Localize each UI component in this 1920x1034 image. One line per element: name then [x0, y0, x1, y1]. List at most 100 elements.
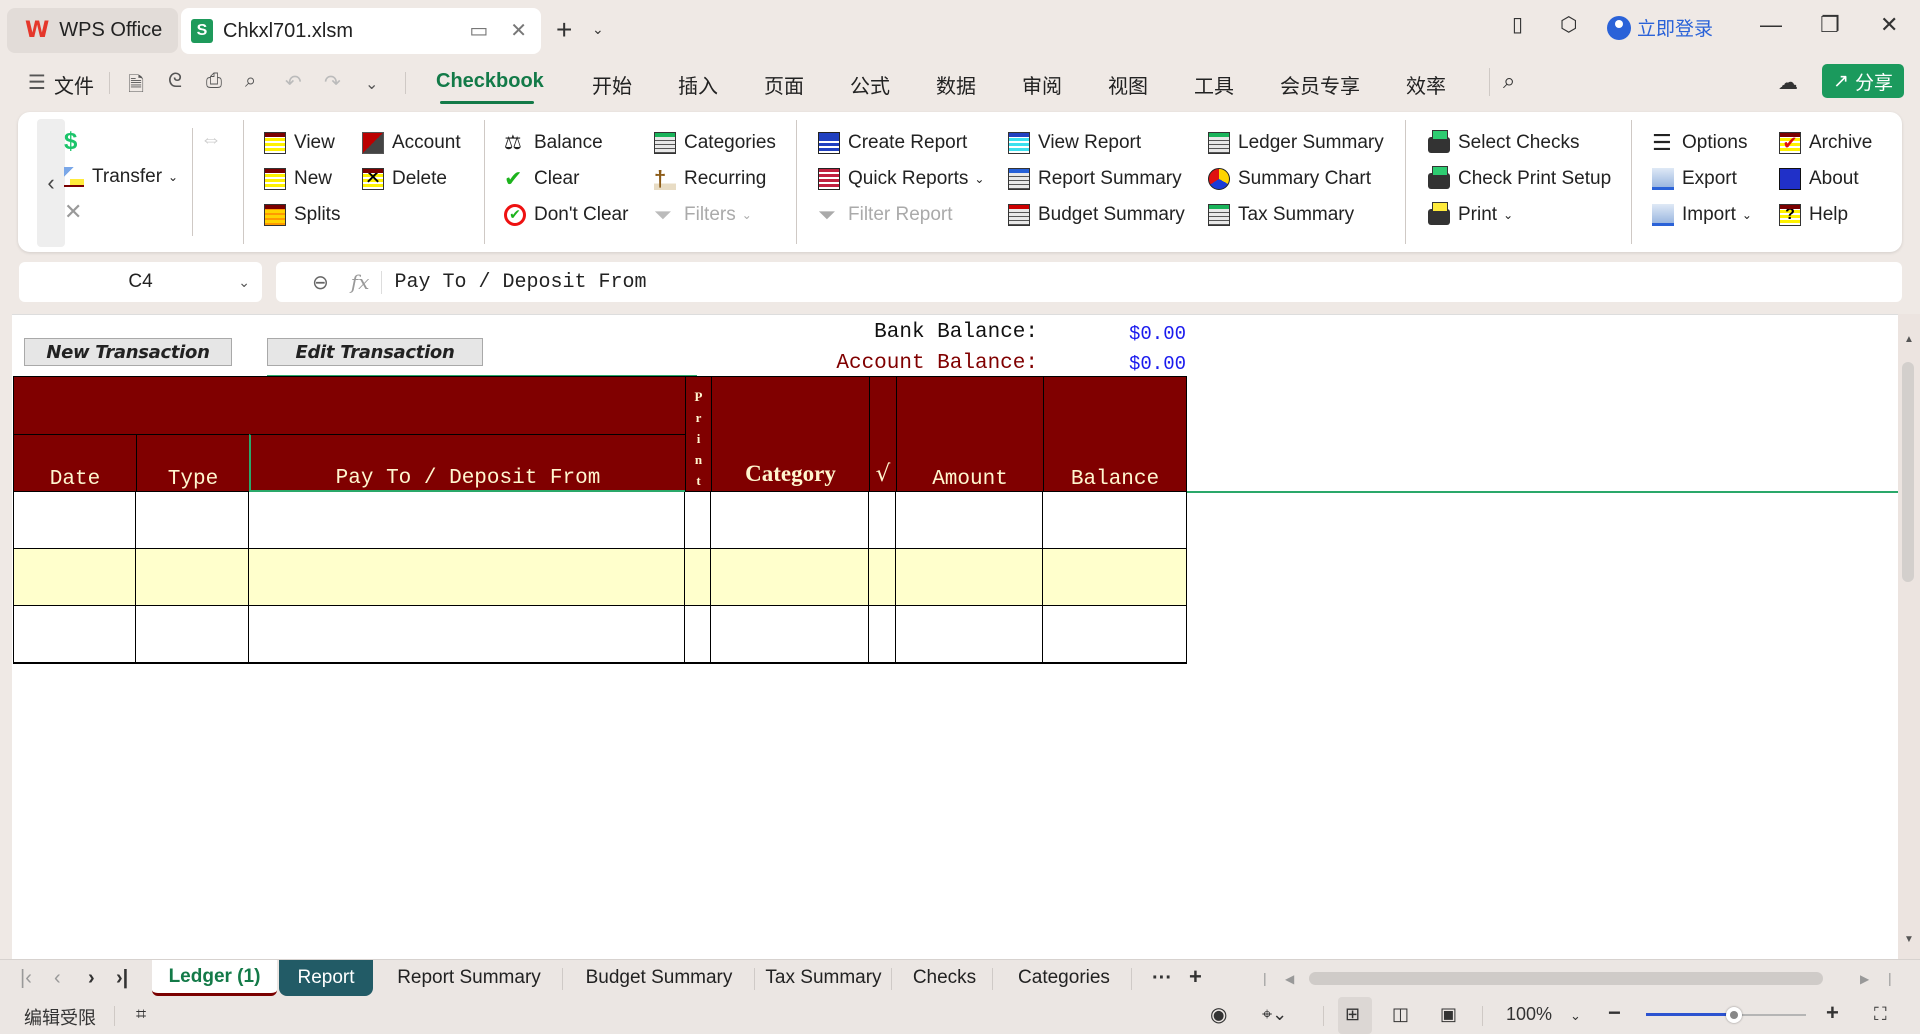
sheet-tab-budget-summary[interactable]: Budget Summary [564, 960, 754, 996]
fx-icon[interactable]: fx [351, 270, 370, 294]
close-window-icon[interactable]: ✕ [1880, 12, 1898, 38]
recurring-button[interactable]: † Recurring [654, 165, 766, 193]
tablet-mode-icon[interactable]: ▯ [1512, 12, 1523, 37]
sheet-tab-ledger-1[interactable]: Ledger (1) [152, 960, 277, 996]
tab-formulas[interactable]: 公式 [850, 70, 890, 99]
import-button[interactable]: Import ⌄ [1652, 201, 1752, 229]
column-header-print[interactable]: Print [685, 376, 712, 492]
zoom-out-icon[interactable]: − [1608, 1000, 1621, 1026]
sheet-tab-categories[interactable]: Categories [997, 960, 1131, 996]
about-button[interactable]: About [1779, 165, 1859, 193]
link-icon[interactable]: ᘓ [168, 70, 182, 93]
cell-amount[interactable] [896, 492, 1043, 549]
filter-report-button[interactable]: ⏷ Filter Report [818, 201, 953, 229]
chevron-down-icon[interactable]: ⌄ [238, 274, 250, 291]
worksheet-area[interactable]: New Transaction Edit Transaction Bank Ba… [12, 314, 1907, 959]
more-sheets-icon[interactable]: ··· [1152, 967, 1172, 990]
file-menu[interactable]: 文件 [54, 70, 94, 99]
tax-summary-button[interactable]: Tax Summary [1208, 201, 1354, 229]
prev-sheet-icon[interactable]: ‹ [54, 967, 61, 990]
tab-data[interactable]: 数据 [936, 70, 976, 99]
vertical-scrollbar[interactable]: ▲ ▼ [1898, 314, 1920, 959]
quick-reports-button[interactable]: Quick Reports ⌄ [818, 165, 984, 193]
budget-summary-button[interactable]: Budget Summary [1008, 201, 1185, 229]
cell-category[interactable] [711, 549, 869, 606]
dont-clear-button[interactable]: ✔ Don't Clear [504, 201, 628, 229]
archive-button[interactable]: ✔ Archive [1779, 129, 1872, 157]
edit-restricted-label[interactable]: 编辑受限 [24, 1004, 96, 1030]
save-icon[interactable]: 🗎 [128, 70, 144, 104]
cell-balance[interactable] [1043, 492, 1187, 549]
cell-category[interactable] [711, 606, 869, 663]
sheet-tab-report[interactable]: Report [279, 960, 373, 996]
cell-type[interactable] [136, 606, 249, 663]
column-header-payee[interactable]: Pay To / Deposit From [249, 434, 686, 492]
zoom-formula-icon[interactable]: ⊖ [312, 270, 329, 295]
new-tab-plus-icon[interactable]: + [556, 14, 572, 46]
eye-protection-icon[interactable]: ◉ [1210, 1002, 1227, 1027]
check-print-setup-button[interactable]: Check Print Setup [1428, 165, 1611, 193]
clear-button[interactable]: ✔ Clear [504, 165, 579, 193]
menu-hamburger-icon[interactable]: ☰ [28, 70, 46, 95]
print-icon[interactable]: ⎙ [206, 70, 222, 93]
formula-input[interactable]: Pay To / Deposit From [381, 270, 647, 294]
restore-icon[interactable]: ❐ [1820, 12, 1840, 38]
create-report-button[interactable]: Create Report [818, 129, 967, 157]
page-layout-view-icon[interactable]: ▣ [1440, 1004, 1457, 1025]
sheet-tab-tax-summary[interactable]: Tax Summary [756, 960, 891, 996]
cancel-x-icon[interactable]: ✕ [64, 199, 82, 225]
cell-amount[interactable] [896, 549, 1043, 606]
zoom-slider[interactable] [1646, 1007, 1806, 1023]
document-tab[interactable]: S Chkxl701.xlsm ▭ ✕ [181, 8, 541, 54]
summary-chart-button[interactable]: Summary Chart [1208, 165, 1371, 193]
normal-view-icon[interactable]: ⊞ [1345, 1004, 1360, 1025]
cell-balance[interactable] [1043, 606, 1187, 663]
cell-balance[interactable] [1043, 549, 1187, 606]
share-button[interactable]: ↗ 分享 [1822, 64, 1904, 98]
edit-transaction-button[interactable]: Edit Transaction [267, 338, 483, 366]
tab-home[interactable]: 开始 [592, 70, 632, 99]
transfer-button[interactable]: Transfer ⌄ [64, 163, 178, 191]
splits-button[interactable]: Splits [264, 201, 340, 229]
redo-icon[interactable]: ↷ [324, 70, 341, 95]
tab-checkbook[interactable]: Checkbook [436, 70, 544, 93]
last-sheet-icon[interactable]: ›| [116, 967, 128, 990]
new-button[interactable]: New [264, 165, 332, 193]
monitor-icon[interactable]: ▭ [469, 18, 488, 43]
export-button[interactable]: Export [1652, 165, 1737, 193]
close-tab-icon[interactable]: ✕ [510, 18, 527, 43]
sheet-tab-checks[interactable]: Checks [897, 960, 992, 996]
report-summary-button[interactable]: Report Summary [1008, 165, 1182, 193]
view-button[interactable]: View [264, 129, 335, 157]
zoom-in-icon[interactable]: + [1826, 1000, 1839, 1026]
first-sheet-icon[interactable]: |‹ [20, 967, 32, 990]
scroll-right-icon[interactable]: ▶ [1860, 972, 1869, 986]
search-icon[interactable]: ⌕ [1503, 68, 1515, 94]
cell-cleared[interactable] [869, 549, 896, 606]
cell-cleared[interactable] [869, 492, 896, 549]
new-transaction-button[interactable]: New Transaction [24, 338, 232, 366]
next-sheet-icon[interactable]: › [88, 967, 95, 990]
filters-button[interactable]: ⏷ Filters ⌄ [654, 201, 752, 229]
select-checks-button[interactable]: Select Checks [1428, 129, 1579, 157]
cell-print[interactable] [685, 606, 711, 663]
dollar-icon[interactable]: $ [64, 128, 77, 156]
print-preview-icon[interactable]: ⌕ [245, 70, 256, 93]
zoom-slider-knob[interactable] [1726, 1007, 1742, 1023]
column-header-type[interactable]: Type [136, 434, 250, 492]
scroll-left-icon[interactable]: ◀ [1285, 972, 1294, 986]
cell-category[interactable] [711, 492, 869, 549]
vertical-scroll-thumb[interactable] [1902, 362, 1914, 582]
tab-tools[interactable]: 工具 [1194, 70, 1234, 99]
tab-efficiency[interactable]: 效率 [1406, 70, 1446, 99]
page-break-view-icon[interactable]: ◫ [1392, 1004, 1409, 1025]
add-sheet-icon[interactable]: + [1189, 964, 1202, 990]
tab-page[interactable]: 页面 [764, 70, 804, 99]
cell-payee[interactable] [249, 492, 685, 549]
cell-date[interactable] [13, 492, 136, 549]
fullscreen-icon[interactable]: ⛶ [1874, 1004, 1887, 1025]
name-box[interactable]: C4 ⌄ [19, 262, 262, 302]
options-button[interactable]: ☰ Options [1652, 129, 1747, 157]
cell-lock-icon[interactable]: ⌖⌄ [1262, 1004, 1287, 1025]
column-header-date[interactable]: Date [13, 434, 137, 492]
